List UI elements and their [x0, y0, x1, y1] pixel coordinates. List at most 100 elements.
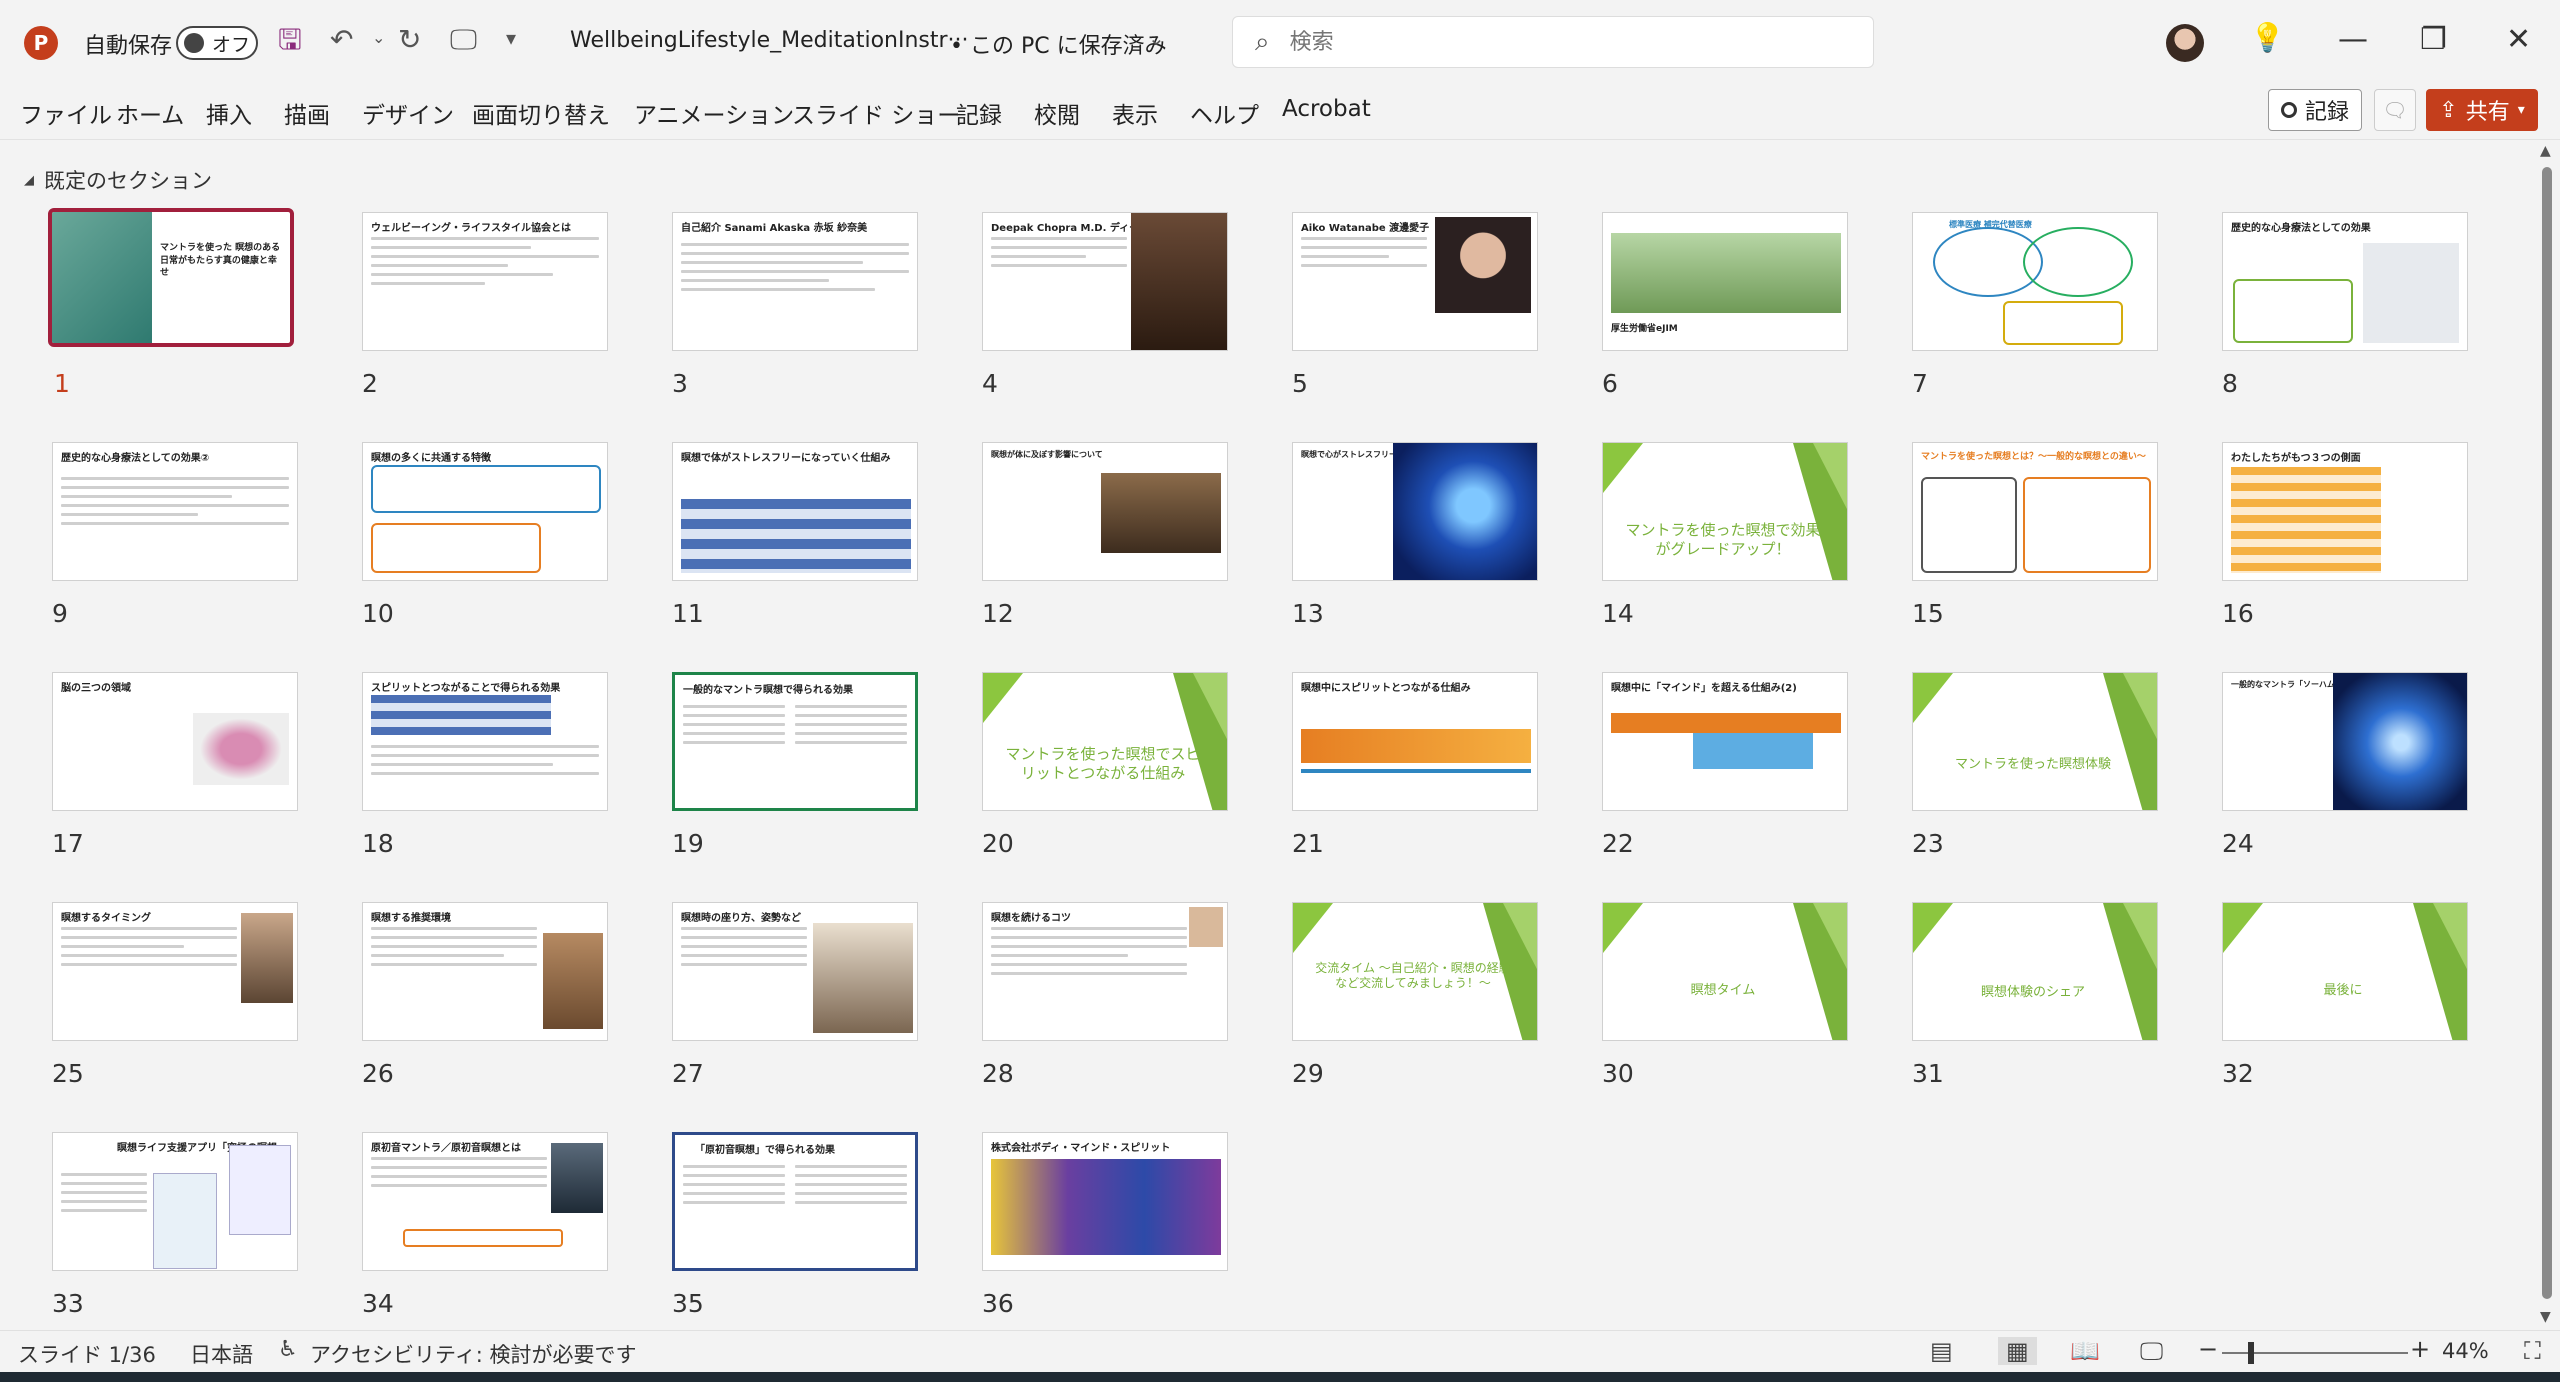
- redo-icon[interactable]: ↻: [398, 26, 421, 54]
- slideshow-view-icon[interactable]: 🖵: [2140, 1337, 2163, 1365]
- present-from-start-icon[interactable]: 🖵: [450, 26, 477, 54]
- save-status[interactable]: • この PC に保存済み: [950, 28, 1167, 60]
- slide-thumbnail-13[interactable]: 瞑想で心がストレスフリーになっていく仕組み: [1292, 442, 1538, 581]
- slide-thumbnail-18[interactable]: スピリットとつながることで得られる効果: [362, 672, 608, 811]
- slide-thumbnail-16[interactable]: わたしたちがもつ３つの側面: [2222, 442, 2468, 581]
- customize-toolbar-icon[interactable]: ▾: [506, 28, 516, 48]
- record-button[interactable]: 記録: [2268, 89, 2362, 131]
- slide-thumbnail-17[interactable]: 脳の三つの領域: [52, 672, 298, 811]
- slide-thumbnail-2[interactable]: ウェルビーイング・ライフスタイル協会とは: [362, 212, 608, 351]
- zoom-level[interactable]: 44%: [2442, 1339, 2489, 1363]
- slide-thumbnail-8[interactable]: 歴史的な心身療法としての効果: [2222, 212, 2468, 351]
- tab-transitions[interactable]: 画面切り替え: [472, 96, 610, 130]
- lightbulb-icon[interactable]: 💡: [2250, 24, 2285, 52]
- section-header[interactable]: ◢ 既定のセクション: [24, 165, 212, 195]
- slide-thumbnail-25[interactable]: 瞑想するタイミング: [52, 902, 298, 1041]
- diagram-bar: [1611, 713, 1841, 733]
- slide-thumbnail-11[interactable]: 瞑想で体がストレスフリーになっていく仕組み: [672, 442, 918, 581]
- share-button[interactable]: ⇪ 共有 ▾: [2426, 89, 2538, 131]
- slide-thumbnail-24[interactable]: 一般的なマントラ「ソーハム」と「アーハム」: [2222, 672, 2468, 811]
- language[interactable]: 日本語: [190, 1339, 253, 1369]
- slide-thumbnail-12[interactable]: 瞑想が体に及ぼす影響について: [982, 442, 1228, 581]
- vertical-scrollbar[interactable]: ▲ ▼: [2534, 141, 2560, 1330]
- search-box[interactable]: ⌕: [1232, 16, 1874, 68]
- slide-thumbnail-27[interactable]: 瞑想時の座り方、姿勢など: [672, 902, 918, 1041]
- autosave-toggle[interactable]: オフ: [176, 26, 258, 60]
- slide-thumbnail-35[interactable]: 「原初音瞑想」で得られる効果: [672, 1132, 918, 1271]
- tab-acrobat[interactable]: Acrobat: [1282, 96, 1371, 122]
- slide-thumbnail-29[interactable]: 交流タイム 〜自己紹介・瞑想の経験など交流してみましょう！〜: [1292, 902, 1538, 1041]
- save-icon[interactable]: 🖫: [278, 26, 302, 54]
- tab-review[interactable]: 校閲: [1034, 96, 1080, 130]
- slide-thumbnail-23[interactable]: マントラを使った瞑想体験: [1912, 672, 2158, 811]
- reading-view-icon[interactable]: 📖: [2070, 1337, 2100, 1365]
- fit-to-window-icon[interactable]: ⛶: [2524, 1337, 2541, 1365]
- tab-draw[interactable]: 描画: [284, 96, 330, 130]
- slide-thumbnail-9[interactable]: 歴史的な心身療法としての効果②: [52, 442, 298, 581]
- collapse-triangle-icon[interactable]: ◢: [24, 173, 34, 188]
- tab-design[interactable]: デザイン: [362, 96, 454, 130]
- slide-number: 23: [1912, 829, 1944, 858]
- normal-view-icon[interactable]: ▤: [1930, 1337, 1953, 1365]
- accessibility-status[interactable]: アクセシビリティ: 検討が必要です: [310, 1339, 636, 1369]
- tab-slideshow[interactable]: スライド ショー: [792, 96, 960, 130]
- tab-view[interactable]: 表示: [1112, 96, 1158, 130]
- scroll-down-icon[interactable]: ▼: [2540, 1309, 2551, 1325]
- scrollbar-thumb[interactable]: [2542, 167, 2552, 1299]
- slide-thumbnail-4[interactable]: Deepak Chopra M.D. ディーパック・チョプラ: [982, 212, 1228, 351]
- slide-body: [795, 1165, 907, 1210]
- undo-icon[interactable]: ↶: [330, 26, 353, 54]
- tab-animations[interactable]: アニメーション: [634, 96, 794, 130]
- slide-thumbnail-31[interactable]: 瞑想体験のシェア: [1912, 902, 2158, 1041]
- slide-thumbnail-1[interactable]: マントラを使った 瞑想のある日常がもたらす真の健康と幸せ: [48, 208, 294, 347]
- slide-title: 瞑想体験のシェア: [1980, 985, 2085, 1000]
- tab-home[interactable]: ホーム: [116, 96, 184, 130]
- slide-thumbnail-22[interactable]: 瞑想中に「マインド」を超える仕組み(2): [1602, 672, 1848, 811]
- slide-sorter-view-icon[interactable]: ▦: [1998, 1337, 2037, 1365]
- slide-thumbnail-14[interactable]: マントラを使った瞑想で効果がグレードアップ！: [1602, 442, 1848, 581]
- zoom-slider-thumb[interactable]: [2248, 1342, 2254, 1364]
- search-input[interactable]: [1289, 29, 1810, 55]
- slide-thumbnail-10[interactable]: 瞑想の多くに共通する特徴: [362, 442, 608, 581]
- slide-thumbnail-36[interactable]: 株式会社ボディ・マインド・スピリット: [982, 1132, 1228, 1271]
- slide-position[interactable]: スライド 1/36: [18, 1339, 156, 1369]
- undo-dropdown-icon[interactable]: ⌄: [372, 30, 385, 46]
- slide-thumbnail-21[interactable]: 瞑想中にスピリットとつながる仕組み: [1292, 672, 1538, 811]
- slide-image: [52, 212, 152, 343]
- tab-file[interactable]: ファイル: [20, 96, 112, 130]
- tab-help[interactable]: ヘルプ: [1190, 96, 1259, 130]
- avatar[interactable]: [2166, 24, 2204, 62]
- scroll-up-icon[interactable]: ▲: [2540, 143, 2551, 159]
- restore-icon[interactable]: ❐: [2420, 22, 2447, 57]
- slide-thumbnail-19[interactable]: 一般的なマントラ瞑想で得られる効果: [672, 672, 918, 811]
- slide-thumbnail-33[interactable]: 瞑想ライフ支援アプリ「究極の瞑想」: [52, 1132, 298, 1271]
- slide-thumbnail-30[interactable]: 瞑想タイム: [1602, 902, 1848, 1041]
- comment-button[interactable]: 🗨: [2374, 89, 2416, 131]
- tab-record[interactable]: 記録: [956, 96, 1002, 130]
- slide-thumbnail-34[interactable]: 原初音マントラ／原初音瞑想とは: [362, 1132, 608, 1271]
- slide-title: 最後に: [2323, 983, 2363, 998]
- chevron-down-icon[interactable]: ⌄: [1148, 28, 1165, 48]
- slide-thumbnail-5[interactable]: Aiko Watanabe 渡邊愛子: [1292, 212, 1538, 351]
- tab-insert[interactable]: 挿入: [206, 96, 252, 130]
- minimize-icon[interactable]: —: [2338, 22, 2368, 57]
- close-icon[interactable]: ✕: [2506, 22, 2531, 57]
- slide-thumbnail-28[interactable]: 瞑想を続けるコツ: [982, 902, 1228, 1041]
- slide-title: 瞑想を続けるコツ: [991, 913, 1071, 924]
- slide-thumbnail-7[interactable]: 標準医療 補完代替医療: [1912, 212, 2158, 351]
- file-name[interactable]: WellbeingLifestyle_MeditationInstr···: [570, 28, 969, 53]
- slide-thumbnail-20[interactable]: マントラを使った瞑想でスピリットとつながる仕組み: [982, 672, 1228, 811]
- slide-thumbnail-3[interactable]: 自己紹介 Sanami Akaska 赤坂 紗奈美: [672, 212, 918, 351]
- slide-thumbnail-6[interactable]: 厚生労働省eJIM: [1602, 212, 1848, 351]
- accessibility-icon[interactable]: ♿: [278, 1337, 298, 1362]
- text-box: [371, 465, 601, 513]
- zoom-out-icon[interactable]: −: [2198, 1335, 2218, 1363]
- slide-title: ウェルビーイング・ライフスタイル協会とは: [371, 223, 571, 234]
- slide-thumbnail-26[interactable]: 瞑想する推奨環境: [362, 902, 608, 1041]
- slide-thumbnail-32[interactable]: 最後に: [2222, 902, 2468, 1041]
- slide-number: 6: [1602, 369, 1618, 398]
- slide-number: 36: [982, 1289, 1014, 1318]
- slide-thumbnail-15[interactable]: マントラを使った瞑想とは？〜一般的な瞑想との違い〜: [1912, 442, 2158, 581]
- zoom-in-icon[interactable]: +: [2410, 1335, 2430, 1363]
- slide-title: 瞑想で体がストレスフリーになっていく仕組み: [681, 453, 891, 464]
